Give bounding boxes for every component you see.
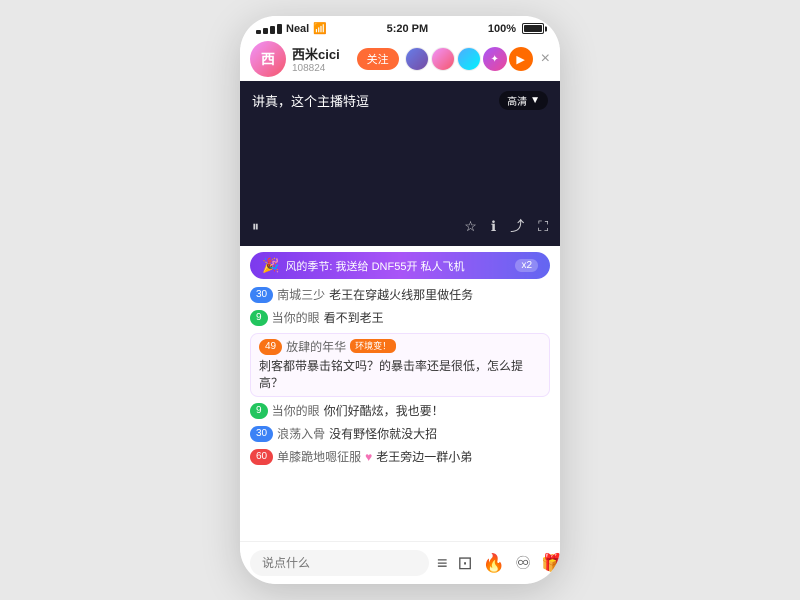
- carrier-label: Neal: [286, 23, 309, 35]
- list-item: 30 浪荡入骨 没有野怪你就没大招: [250, 426, 550, 443]
- message-content: 没有野怪你就没大招: [329, 426, 437, 443]
- status-bar: Neal 📶 5:20 PM 100%: [240, 16, 560, 37]
- chat-input[interactable]: [250, 550, 429, 576]
- list-item: 30 南城三少 老王在穿越火线那里做任务: [250, 287, 550, 304]
- fullscreen-icon[interactable]: ⛶: [538, 218, 548, 235]
- star-icon[interactable]: ☆: [464, 218, 477, 235]
- emoji-icon[interactable]: ♾: [515, 553, 531, 574]
- message-content: 老王旁边一群小弟: [376, 449, 472, 466]
- gift-count: x2: [515, 259, 538, 272]
- list-item: 9 当你的眼 看不到老王: [250, 310, 550, 327]
- username: 南城三少: [277, 287, 325, 304]
- menu-icon[interactable]: ≡: [437, 553, 448, 574]
- battery-label: 100%: [488, 23, 516, 35]
- username: 放肆的年华: [286, 339, 346, 356]
- user-level-badge: 60: [250, 449, 273, 465]
- streamer-id: 108824: [292, 63, 351, 74]
- viewer-avatar-2: [431, 47, 455, 71]
- user-level-badge: 30: [250, 287, 273, 303]
- badge-orange-icon: ▶: [509, 47, 533, 71]
- user-level-badge: 49: [259, 339, 282, 355]
- signal-icon: [256, 24, 282, 34]
- special-tag: 环境变！: [350, 339, 396, 354]
- viewer-avatar-3: [457, 47, 481, 71]
- time-label: 5:20 PM: [387, 23, 429, 35]
- message-content: 看不到老王: [324, 310, 384, 327]
- status-right: 100%: [488, 23, 544, 35]
- fire-icon[interactable]: 🔥: [483, 553, 505, 574]
- gift-icon[interactable]: 🎁: [541, 553, 560, 574]
- pause-icon[interactable]: ⏸: [252, 218, 259, 235]
- streamer-avatar: 西: [250, 41, 286, 77]
- list-item: 9 当你的眼 你们好酷炫，我也要！: [250, 403, 550, 420]
- badge-purple-icon: ✦: [483, 47, 507, 71]
- close-button[interactable]: ×: [541, 50, 550, 68]
- status-left: Neal 📶: [256, 22, 327, 35]
- phone-frame: Neal 📶 5:20 PM 100% 西 西米cici 108824 关注 ✦…: [240, 16, 560, 584]
- gift-banner: 🎉 风的季节: 我送给 DNF55开 私人飞机 x2: [250, 252, 550, 279]
- message-content: 你们好酷炫，我也要！: [324, 403, 444, 420]
- follow-button[interactable]: 关注: [357, 48, 399, 70]
- video-title: 讲真，这个主播特逗: [252, 91, 369, 110]
- gift-banner-text: 风的季节: 我送给 DNF55开 私人飞机: [285, 258, 509, 274]
- share-icon[interactable]: ⤴: [510, 216, 524, 236]
- viewer-avatars: ✦ ▶: [405, 47, 533, 71]
- battery-icon: [522, 23, 544, 34]
- wifi-icon: 📶: [313, 22, 327, 35]
- bottom-bar: ≡ ⊡ 🔥 ♾ 🎁: [240, 541, 560, 584]
- video-controls: ⏸ ☆ ℹ ⤴ ⛶: [252, 216, 548, 236]
- info-icon[interactable]: ℹ: [491, 218, 496, 235]
- streamer-header: 西 西米cici 108824 关注 ✦ ▶ ×: [240, 37, 560, 81]
- user-level-badge: 30: [250, 426, 273, 442]
- quality-badge[interactable]: 高清 ▼: [499, 91, 548, 110]
- username: 当你的眼: [272, 310, 320, 327]
- bottom-icons: ≡ ⊡ 🔥 ♾ 🎁: [437, 553, 560, 574]
- username: 当你的眼: [272, 403, 320, 420]
- streamer-info: 西米cici 108824: [292, 44, 351, 74]
- message-list: 30 南城三少 老王在穿越火线那里做任务 9 当你的眼 看不到老王 49 放肆的…: [240, 283, 560, 541]
- heart-icon: ♥: [365, 449, 372, 466]
- gift-banner-icon: 🎉: [262, 257, 279, 274]
- viewer-avatar-1: [405, 47, 429, 71]
- chat-area: 🎉 风的季节: 我送给 DNF55开 私人飞机 x2 30 南城三少 老王在穿越…: [240, 246, 560, 541]
- list-item: 60 单膝跪地嗯征服 ♥ 老王旁边一群小弟: [250, 449, 550, 466]
- username: 单膝跪地嗯征服: [277, 449, 361, 466]
- message-icon[interactable]: ⊡: [458, 553, 473, 574]
- username: 浪荡入骨: [277, 426, 325, 443]
- list-item: 49 放肆的年华 环境变！ 刺客都带暴击铭文吗？的暴击率还是很低，怎么提高？: [250, 333, 550, 398]
- video-player: 讲真，这个主播特逗 高清 ▼ ⏸ ☆ ℹ ⤴ ⛶: [240, 81, 560, 246]
- user-level-badge: 9: [250, 403, 268, 419]
- message-content: 刺客都带暴击铭文吗？的暴击率还是很低，怎么提高？: [259, 357, 541, 391]
- message-content: 老王在穿越火线那里做任务: [329, 287, 473, 304]
- streamer-name: 西米cici: [292, 44, 351, 63]
- user-level-badge: 9: [250, 310, 268, 326]
